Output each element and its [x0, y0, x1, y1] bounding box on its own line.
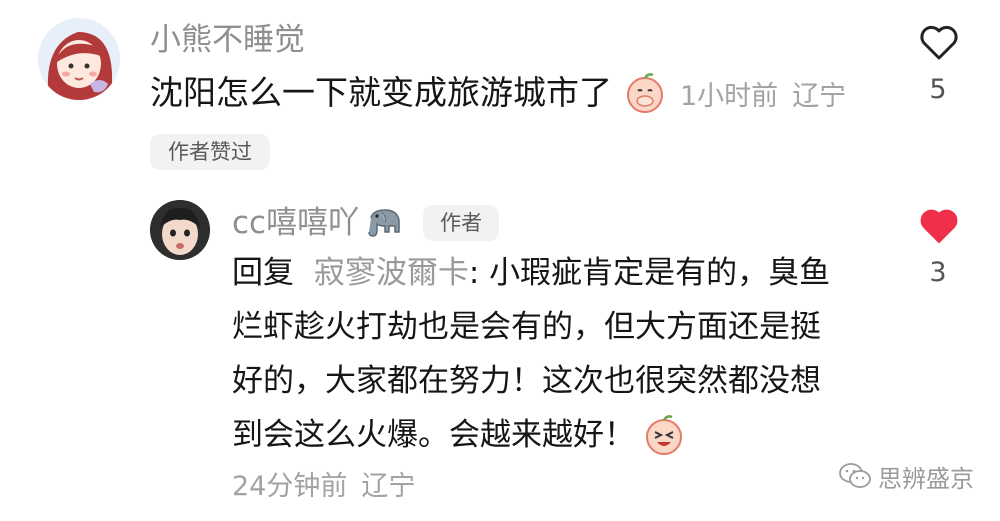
elephant-icon — [365, 206, 405, 240]
reply-time: 24分钟前 — [232, 470, 348, 502]
author-name[interactable]: cc嘻嘻吖 — [232, 203, 359, 243]
commenter-name[interactable]: 小熊不睡觉 — [150, 20, 305, 60]
heart-outline-icon — [920, 25, 958, 60]
reply-line-1: 回复 寂寥波爾卡: 小瑕疵肯定是有的，臭鱼 — [232, 246, 892, 300]
reply-meta: 24分钟前 辽宁 — [232, 465, 416, 502]
face-avatar-icon — [150, 200, 210, 260]
heart-filled-icon — [920, 209, 958, 243]
comment-time: 1小时前 — [680, 80, 779, 112]
reply-like-button[interactable] — [917, 203, 961, 247]
reply-like-count: 3 — [929, 257, 947, 288]
wechat-icon — [838, 462, 872, 490]
reply-prefix: 回复 — [232, 255, 294, 291]
comment-location: 辽宁 — [792, 80, 847, 112]
comment-content: 沈阳怎么一下就变成旅游城市了 1小时前 辽宁 — [150, 68, 910, 118]
peach-cover-mouth-emoji-icon — [624, 72, 666, 114]
reply-content: 回复 寂寥波爾卡: 小瑕疵肯定是有的，臭鱼 烂虾趁火打劫也是会有的，但大方面还是… — [232, 246, 892, 462]
author-name-row: cc嘻嘻吖 作者 — [232, 203, 500, 243]
comment-like-count: 5 — [929, 74, 947, 105]
peach-laughing-emoji-icon — [643, 414, 685, 456]
reply-text-line: : 小瑕疵肯定是有的，臭鱼 — [468, 255, 831, 291]
commenter-avatar[interactable] — [38, 18, 120, 100]
reply-text-line: 烂虾趁火打劫也是会有的，但大方面还是挺 — [232, 309, 821, 345]
comment-like-button[interactable] — [917, 20, 961, 64]
reply-text-line: 到会这么火爆。会越来越好！ — [232, 417, 635, 453]
reply-to-user[interactable]: 寂寥波爾卡 — [314, 255, 469, 291]
watermark-text: 思辨盛京 — [878, 464, 974, 493]
reply-line-4: 到会这么火爆。会越来越好！ — [232, 408, 892, 462]
reply-location: 辽宁 — [361, 470, 416, 502]
watermark: 思辨盛京 — [838, 458, 974, 494]
comment-text: 沈阳怎么一下就变成旅游城市了 — [150, 73, 612, 112]
reply-text-line: 好的，大家都在努力！这次也很突然都没想 — [232, 363, 821, 399]
author-avatar[interactable] — [150, 200, 210, 260]
author-tag: 作者 — [423, 205, 500, 241]
girl-avatar-icon — [38, 18, 120, 100]
author-liked-badge: 作者赞过 — [150, 134, 270, 170]
